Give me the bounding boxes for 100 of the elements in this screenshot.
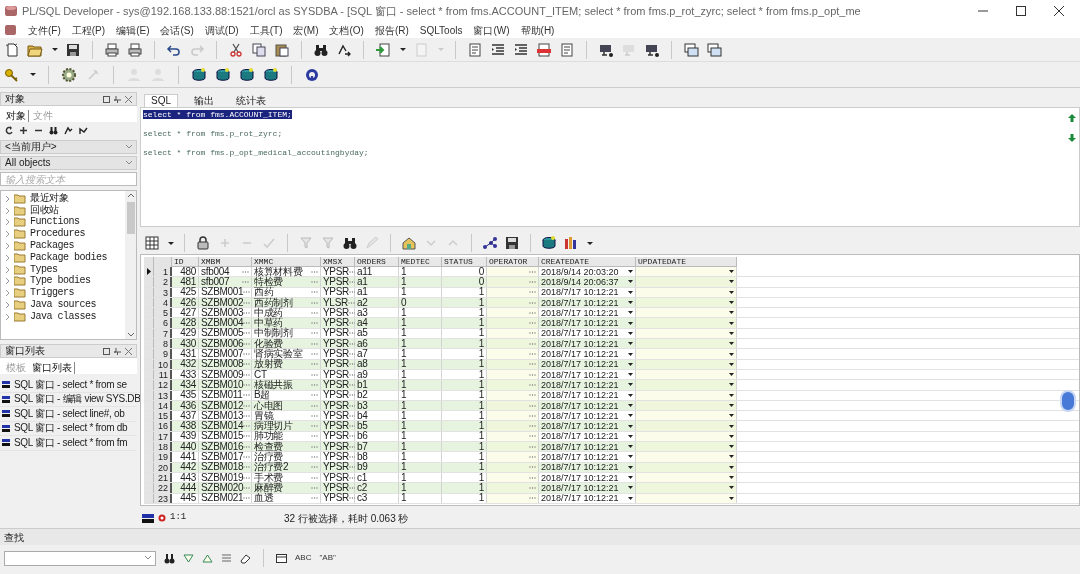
pencil-icon[interactable] xyxy=(364,235,380,251)
tree-item[interactable]: 回收站 xyxy=(30,205,59,216)
ellipsis-button[interactable] xyxy=(529,311,536,314)
type-filter-dropdown[interactable]: All objects xyxy=(0,156,137,170)
highlighted-document-icon[interactable] xyxy=(536,41,552,58)
gear-icon[interactable] xyxy=(61,66,77,83)
dropdown-arrow-icon[interactable] xyxy=(628,434,633,438)
caret-icon[interactable] xyxy=(168,241,174,245)
ellipsis-button[interactable] xyxy=(349,363,357,366)
menu-item[interactable]: 窗口(W) xyxy=(473,22,510,38)
dropdown-arrow-icon[interactable] xyxy=(628,373,633,377)
dropdown-arrow-icon[interactable] xyxy=(729,331,734,335)
eraser-icon[interactable] xyxy=(240,552,251,564)
house-icon[interactable] xyxy=(401,235,417,251)
ellipsis-button[interactable] xyxy=(311,497,318,500)
ellipsis-button[interactable] xyxy=(529,342,536,345)
dropdown-arrow-icon[interactable] xyxy=(729,496,734,500)
text-document-icon[interactable] xyxy=(467,41,483,58)
ellipsis-button[interactable] xyxy=(349,383,357,386)
dropdown-arrow-icon[interactable] xyxy=(729,424,734,428)
dropdown-arrow-icon[interactable] xyxy=(729,311,734,315)
column-header[interactable]: XMBM xyxy=(199,257,252,267)
ellipsis-button[interactable] xyxy=(349,342,357,345)
document-icon[interactable] xyxy=(413,41,429,58)
close-icon[interactable] xyxy=(1054,6,1064,16)
dropdown-arrow-icon[interactable] xyxy=(729,290,734,294)
restore-icon[interactable] xyxy=(103,95,110,103)
dropdown-arrow-icon[interactable] xyxy=(729,383,734,387)
ellipsis-button[interactable] xyxy=(529,291,536,294)
ellipsis-button[interactable] xyxy=(311,363,318,366)
caret-icon[interactable] xyxy=(587,241,593,245)
dropdown-arrow-icon[interactable] xyxy=(729,270,734,274)
dropdown-arrow-icon[interactable] xyxy=(729,352,734,356)
ellipsis-button[interactable] xyxy=(311,311,318,314)
tree-item[interactable]: Java sources xyxy=(30,300,96,311)
dropdown-arrow-icon[interactable] xyxy=(729,486,734,490)
ellipsis-button[interactable] xyxy=(243,332,251,335)
ellipsis-button[interactable] xyxy=(243,466,251,469)
caret-icon[interactable] xyxy=(400,48,406,51)
dropdown-arrow-icon[interactable] xyxy=(729,280,734,284)
key-icon[interactable] xyxy=(4,66,20,83)
dropdown-arrow-icon[interactable] xyxy=(729,455,734,459)
ellipsis-button[interactable] xyxy=(311,476,318,479)
search-field[interactable]: 输入搜索文本 xyxy=(0,172,137,186)
ellipsis-button[interactable] xyxy=(529,280,536,283)
tree-item[interactable]: Java classes xyxy=(30,311,96,322)
ellipsis-button[interactable] xyxy=(311,486,318,489)
database-icon[interactable] xyxy=(215,66,231,83)
database-icon[interactable] xyxy=(263,66,279,83)
ellipsis-button[interactable] xyxy=(243,322,251,325)
ellipsis-button[interactable] xyxy=(349,291,357,294)
ellipsis-button[interactable] xyxy=(243,425,251,428)
dropdown-arrow-icon[interactable] xyxy=(628,342,633,346)
ellipsis-button[interactable] xyxy=(529,332,536,335)
indent-icon[interactable] xyxy=(513,41,529,58)
plus-icon[interactable] xyxy=(19,125,28,135)
tree-item[interactable]: Type bodies xyxy=(30,276,91,287)
scrollbar-thumb[interactable] xyxy=(126,202,135,234)
text-option-button[interactable]: ABC xyxy=(295,552,312,564)
dropdown-arrow-icon[interactable] xyxy=(729,465,734,469)
ellipsis-button[interactable] xyxy=(311,435,318,438)
ellipsis-button[interactable] xyxy=(243,311,251,314)
scissors-icon[interactable] xyxy=(228,41,244,58)
database-icon[interactable] xyxy=(239,66,255,83)
dropdown-arrow-icon[interactable] xyxy=(628,280,633,284)
tree-item[interactable]: Packages xyxy=(30,241,74,252)
grid-icon[interactable] xyxy=(144,235,160,251)
diagram-icon[interactable] xyxy=(482,235,498,251)
dropdown-arrow-icon[interactable] xyxy=(729,434,734,438)
tree-item[interactable]: Types xyxy=(30,264,58,275)
up-triangle-icon[interactable] xyxy=(202,552,213,564)
menu-item[interactable]: 工具(T) xyxy=(249,22,283,38)
refresh-icon[interactable] xyxy=(4,125,13,135)
ellipsis-button[interactable] xyxy=(243,445,251,448)
menu-item[interactable]: 会话(S) xyxy=(160,22,194,38)
ellipsis-button[interactable] xyxy=(243,435,251,438)
dropdown-arrow-icon[interactable] xyxy=(628,290,633,294)
ellipsis-button[interactable] xyxy=(243,497,251,500)
window-list-item[interactable]: SQL 窗口 - select * from db xyxy=(14,423,128,434)
help-icon[interactable] xyxy=(304,66,320,83)
ellipsis-button[interactable] xyxy=(243,301,251,304)
chevron-down-icon[interactable] xyxy=(126,161,132,165)
windows-icon[interactable] xyxy=(706,41,722,58)
ellipsis-button[interactable] xyxy=(243,363,251,366)
ellipsis-button[interactable] xyxy=(529,363,536,366)
ellipsis-button[interactable] xyxy=(243,404,251,407)
scroll-up-icon[interactable] xyxy=(127,193,134,198)
filter-icon[interactable] xyxy=(320,235,336,251)
dropdown-arrow-icon[interactable] xyxy=(628,270,633,274)
ellipsis-button[interactable] xyxy=(529,404,536,407)
ellipsis-button[interactable] xyxy=(529,435,536,438)
ellipsis-button[interactable] xyxy=(243,383,251,386)
ellipsis-button[interactable] xyxy=(311,425,318,428)
ellipsis-button[interactable] xyxy=(529,270,536,273)
search-combobox[interactable] xyxy=(4,550,156,566)
ellipsis-button[interactable] xyxy=(349,280,357,283)
ellipsis-button[interactable] xyxy=(529,394,536,397)
ellipsis-button[interactable] xyxy=(242,394,250,397)
dropdown-arrow-icon[interactable] xyxy=(729,373,734,377)
window-icon[interactable] xyxy=(276,552,287,564)
